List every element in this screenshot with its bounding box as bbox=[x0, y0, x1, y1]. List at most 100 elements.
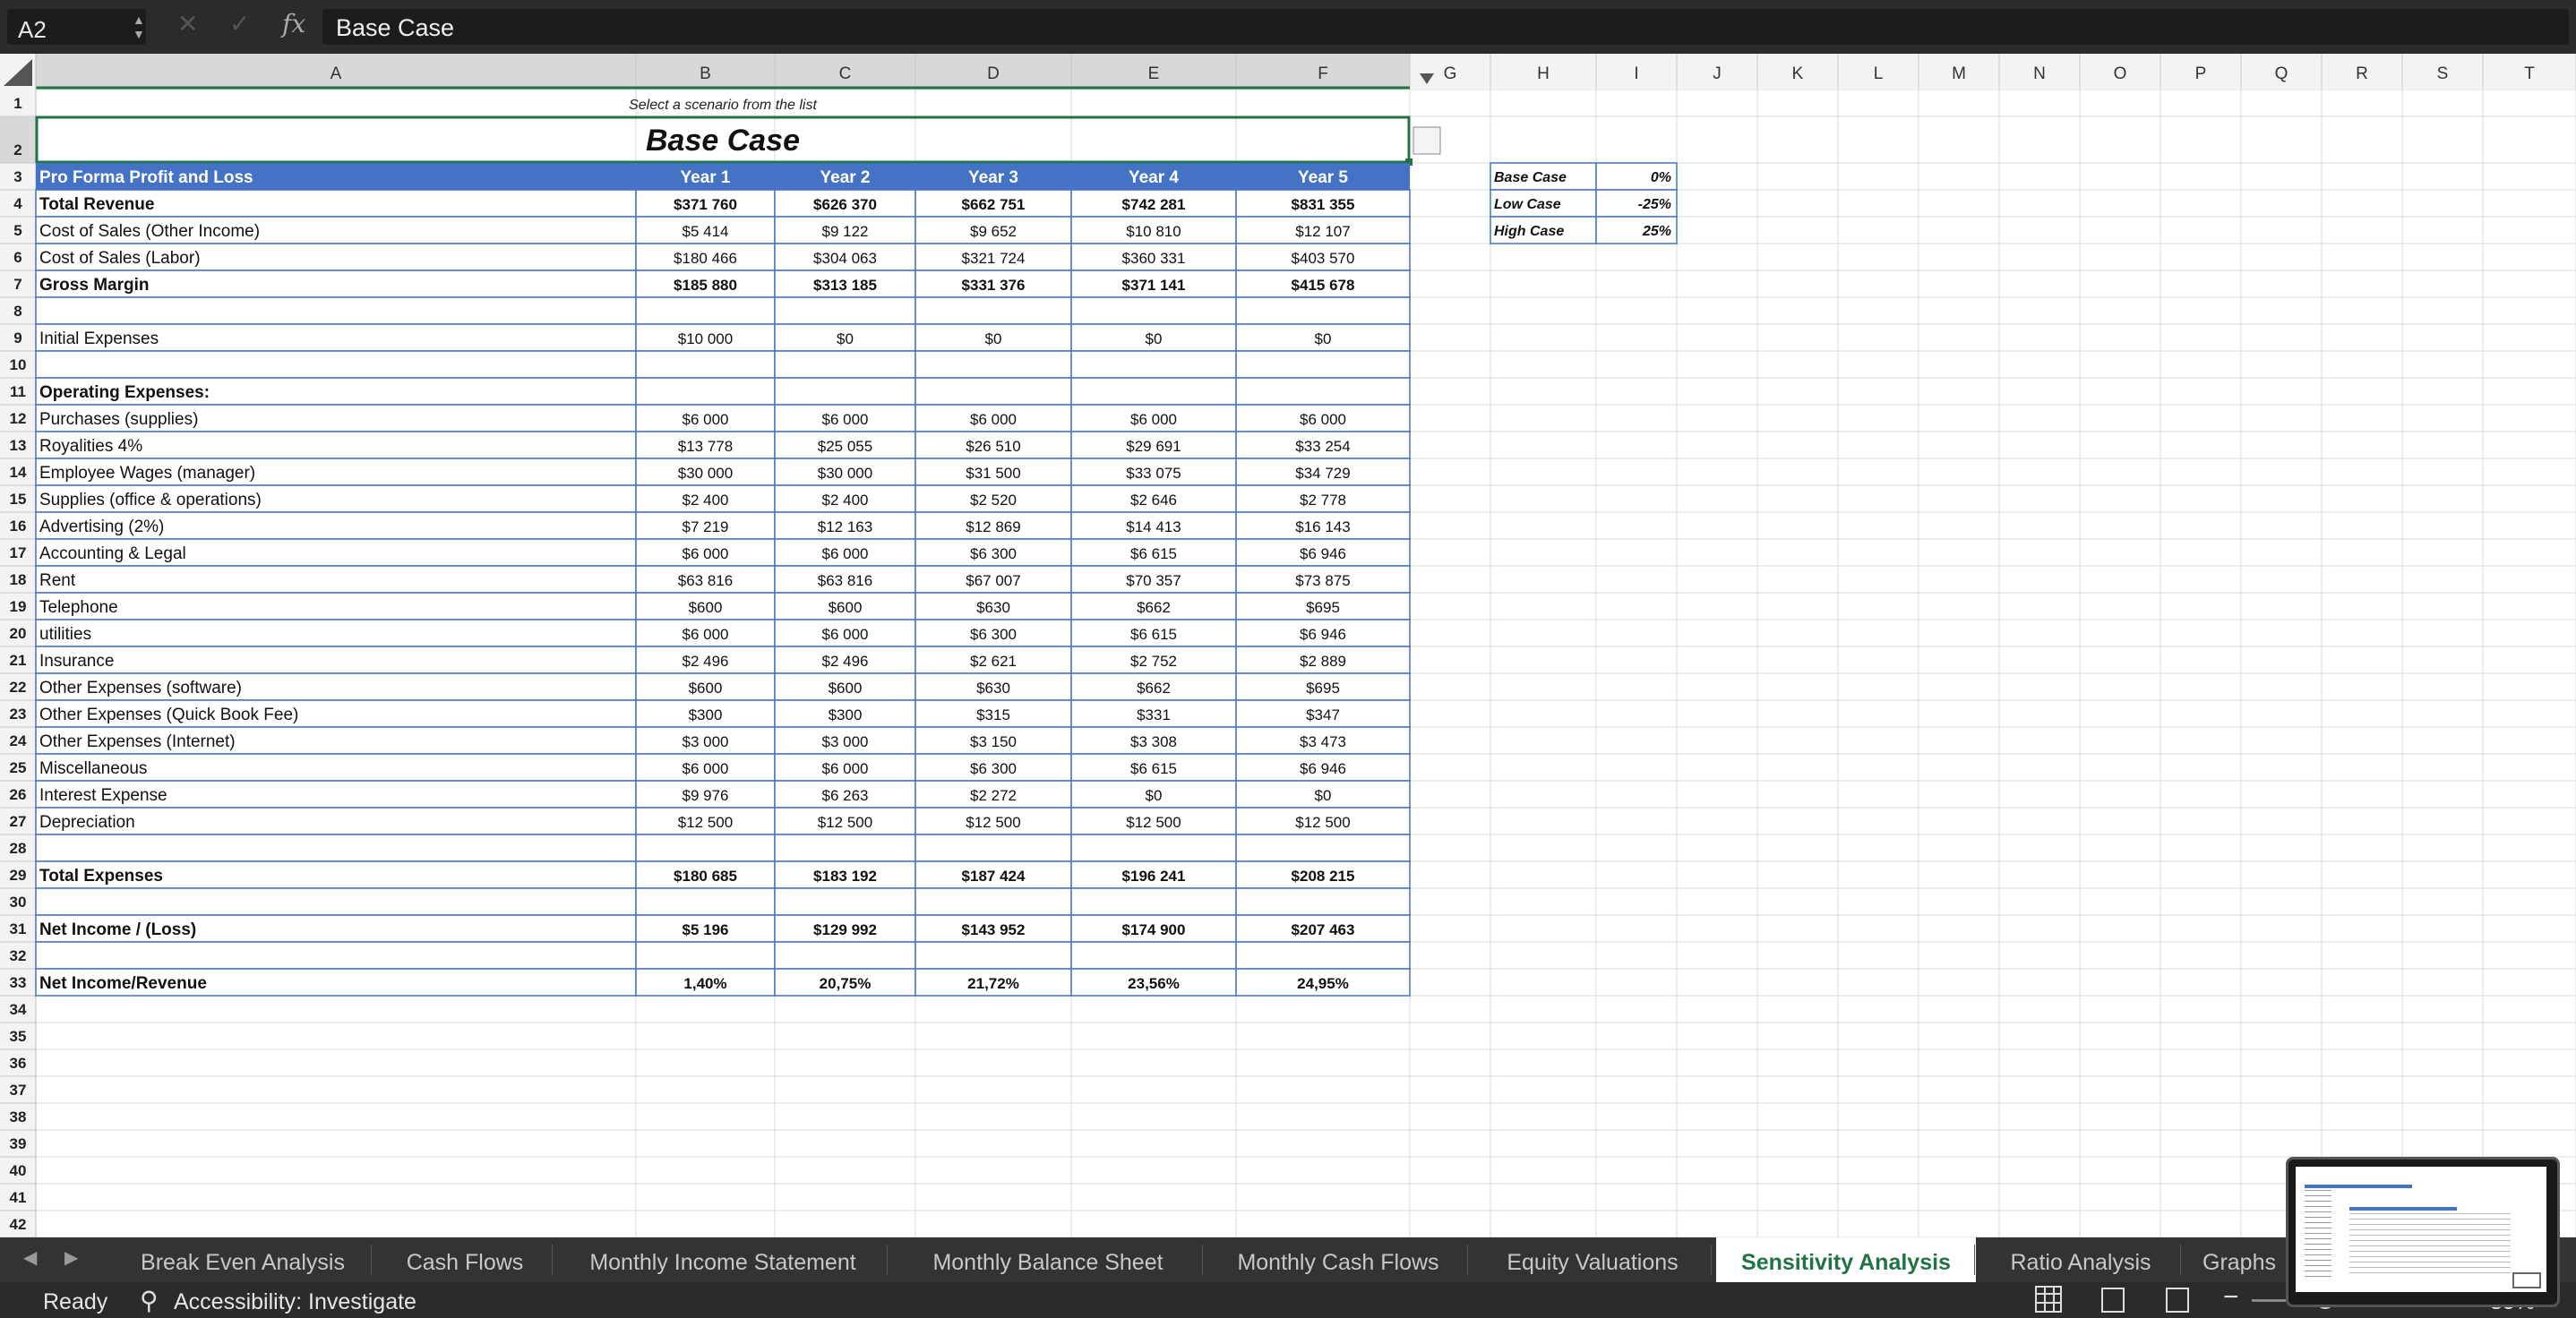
table-cell[interactable] bbox=[35, 887, 637, 916]
table-cell[interactable] bbox=[774, 941, 916, 970]
value-cell[interactable]: $600 bbox=[829, 680, 863, 697]
value-cell[interactable]: $12 869 bbox=[966, 518, 1020, 535]
value-cell[interactable]: $626 370 bbox=[813, 196, 877, 213]
value-cell[interactable]: $2 400 bbox=[822, 492, 869, 509]
table-cell[interactable] bbox=[914, 834, 1072, 862]
row-number-30[interactable]: 30 bbox=[10, 894, 27, 911]
value-cell[interactable]: $67 007 bbox=[966, 572, 1020, 589]
row-number-40[interactable]: 40 bbox=[10, 1162, 27, 1179]
row-number-38[interactable]: 38 bbox=[10, 1108, 27, 1125]
value-cell[interactable]: $315 bbox=[976, 706, 1010, 723]
table-cell[interactable] bbox=[774, 296, 916, 325]
value-cell[interactable]: $30 000 bbox=[818, 465, 872, 482]
tab-monthly-cash-flows[interactable]: Monthly Cash Flows bbox=[1207, 1246, 1469, 1286]
value-cell[interactable]: $360 331 bbox=[1122, 250, 1186, 267]
value-cell[interactable]: $300 bbox=[689, 706, 723, 723]
row-number-13[interactable]: 13 bbox=[10, 437, 27, 454]
row-label[interactable]: Purchases (supplies) bbox=[39, 410, 198, 429]
table-cell[interactable] bbox=[35, 646, 637, 674]
row-number-39[interactable]: 39 bbox=[10, 1135, 27, 1152]
value-cell[interactable]: $10 000 bbox=[678, 330, 733, 347]
value-cell[interactable]: $662 bbox=[1137, 599, 1171, 616]
value-cell[interactable]: $2 778 bbox=[1300, 492, 1346, 509]
row-label[interactable]: Cost of Sales (Other Income) bbox=[39, 222, 260, 241]
value-cell[interactable]: $347 bbox=[1306, 706, 1340, 723]
column-header-J[interactable]: J bbox=[1713, 64, 1722, 83]
name-box-stepper-icon[interactable]: ▲ ▼ bbox=[133, 13, 145, 41]
column-header-Q[interactable]: Q bbox=[2275, 64, 2288, 83]
row-number-28[interactable]: 28 bbox=[10, 840, 27, 857]
value-cell[interactable]: $9 976 bbox=[683, 787, 729, 804]
value-cell[interactable]: $6 300 bbox=[970, 760, 1017, 777]
row-label[interactable]: Operating Expenses: bbox=[39, 383, 210, 402]
value-cell[interactable]: $2 752 bbox=[1130, 653, 1177, 670]
table-cell[interactable] bbox=[635, 941, 776, 970]
row-number-2[interactable]: 2 bbox=[13, 141, 21, 158]
value-cell[interactable]: $9 652 bbox=[970, 223, 1017, 240]
row-label[interactable]: Other Expenses (Quick Book Fee) bbox=[39, 706, 298, 724]
value-cell[interactable]: $630 bbox=[976, 599, 1010, 616]
zoom-out-button[interactable]: − bbox=[2223, 1282, 2239, 1313]
value-cell[interactable]: 23,56% bbox=[1128, 975, 1180, 992]
table-cell[interactable] bbox=[635, 377, 776, 406]
row-label[interactable]: Telephone bbox=[39, 598, 118, 617]
value-cell[interactable]: $0 bbox=[1315, 330, 1332, 347]
row-label[interactable]: Rent bbox=[39, 571, 76, 590]
value-cell[interactable]: $831 355 bbox=[1292, 196, 1355, 213]
value-cell[interactable]: $3 308 bbox=[1130, 733, 1177, 750]
value-cell[interactable]: 24,95% bbox=[1297, 975, 1349, 992]
value-cell[interactable]: $313 185 bbox=[813, 277, 877, 294]
column-header-A[interactable]: A bbox=[331, 64, 342, 83]
table-cell[interactable] bbox=[35, 619, 637, 647]
tab-next-icon[interactable]: ▶ bbox=[64, 1246, 78, 1269]
row-label[interactable]: Net Income / (Loss) bbox=[39, 920, 196, 939]
row-label[interactable]: Employee Wages (manager) bbox=[39, 464, 255, 483]
value-cell[interactable]: $6 000 bbox=[822, 760, 869, 777]
value-cell[interactable]: $2 520 bbox=[970, 492, 1017, 509]
table-cell[interactable] bbox=[914, 941, 1072, 970]
row-label[interactable]: Depreciation bbox=[39, 813, 135, 832]
row-number-15[interactable]: 15 bbox=[10, 491, 27, 508]
value-cell[interactable]: 20,75% bbox=[820, 975, 872, 992]
value-cell[interactable]: $185 880 bbox=[674, 277, 737, 294]
row-label[interactable]: Interest Expense bbox=[39, 786, 167, 805]
table-cell[interactable] bbox=[35, 834, 637, 862]
row-number-26[interactable]: 26 bbox=[10, 786, 27, 803]
row-number-20[interactable]: 20 bbox=[10, 625, 27, 642]
value-cell[interactable]: $6 000 bbox=[683, 760, 729, 777]
sheet-overview-thumbnail[interactable] bbox=[2286, 1157, 2560, 1307]
value-cell[interactable]: $12 163 bbox=[818, 518, 872, 535]
value-cell[interactable]: $304 063 bbox=[813, 250, 877, 267]
value-cell[interactable]: $6 000 bbox=[683, 626, 729, 643]
row-number-16[interactable]: 16 bbox=[10, 518, 27, 535]
table-cell[interactable] bbox=[635, 350, 776, 379]
value-cell[interactable]: $196 241 bbox=[1122, 868, 1186, 885]
row-number-37[interactable]: 37 bbox=[10, 1082, 27, 1099]
table-cell[interactable] bbox=[914, 377, 1072, 406]
column-header-G[interactable]: G bbox=[1444, 64, 1457, 83]
table-cell[interactable] bbox=[1070, 377, 1237, 406]
value-cell[interactable]: $3 000 bbox=[683, 733, 729, 750]
table-cell[interactable] bbox=[1235, 887, 1411, 916]
value-cell[interactable]: $5 414 bbox=[683, 223, 729, 240]
row-number-24[interactable]: 24 bbox=[10, 732, 27, 749]
grid-canvas[interactable]: A B C D E F G H I J K L M N O P Q R S T12345678910111213141… bbox=[0, 54, 2576, 1237]
value-cell[interactable]: $12 500 bbox=[1126, 814, 1181, 831]
value-cell[interactable]: $371 760 bbox=[674, 196, 737, 213]
value-cell[interactable]: $12 500 bbox=[678, 814, 733, 831]
table-cell[interactable] bbox=[774, 834, 916, 862]
table-cell[interactable] bbox=[1070, 887, 1237, 916]
value-cell[interactable]: $31 500 bbox=[966, 465, 1020, 482]
value-cell[interactable]: $742 281 bbox=[1122, 196, 1186, 213]
column-header-H[interactable]: H bbox=[1537, 64, 1550, 83]
row-label[interactable]: Other Expenses (Internet) bbox=[39, 732, 236, 751]
value-cell[interactable]: $2 400 bbox=[683, 492, 729, 509]
value-cell[interactable]: $187 424 bbox=[962, 868, 1026, 885]
value-cell[interactable]: $6 300 bbox=[970, 626, 1017, 643]
row-number-6[interactable]: 6 bbox=[13, 249, 21, 266]
row-number-27[interactable]: 27 bbox=[10, 813, 27, 830]
table-cell[interactable] bbox=[914, 350, 1072, 379]
tab-equity-valuations[interactable]: Equity Valuations bbox=[1473, 1246, 1713, 1286]
value-cell[interactable]: $2 646 bbox=[1130, 492, 1177, 509]
row-number-35[interactable]: 35 bbox=[10, 1028, 27, 1045]
